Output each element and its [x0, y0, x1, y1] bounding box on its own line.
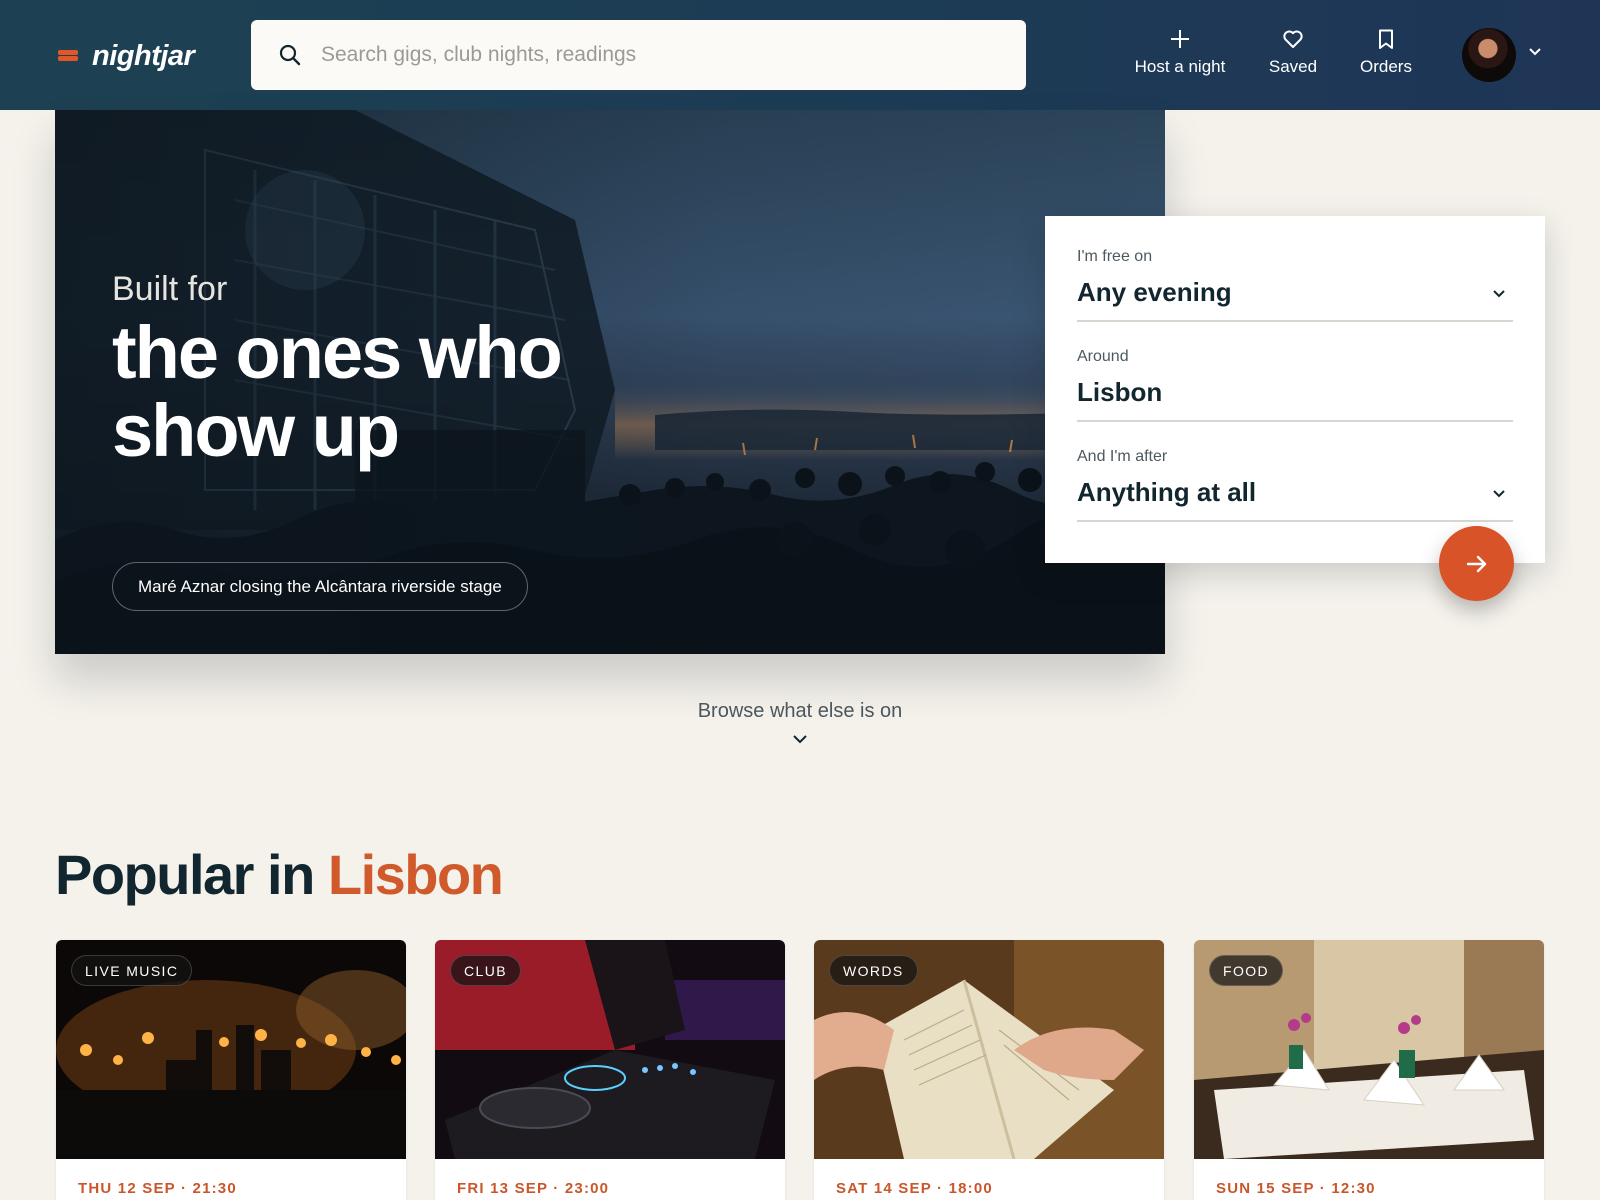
hero-eyebrow: Built for — [112, 270, 228, 308]
brand-logo[interactable]: nightjar — [56, 38, 195, 74]
heart-icon — [1283, 30, 1303, 48]
orders-button[interactable]: Orders — [1355, 28, 1417, 88]
search-bar[interactable] — [251, 20, 1026, 90]
brand-name: nightjar — [92, 39, 195, 72]
chevron-down-icon[interactable] — [1491, 488, 1507, 500]
saved-button[interactable]: Saved — [1260, 28, 1326, 88]
location-field-label: Around — [1077, 348, 1129, 365]
hero-headline: the ones who show up — [112, 311, 563, 472]
location-field-value[interactable]: Lisbon — [1077, 377, 1162, 408]
chevron-down-icon[interactable] — [1491, 288, 1507, 300]
chevron-down-icon[interactable] — [1527, 46, 1543, 58]
date-select-value[interactable]: Any evening — [1077, 277, 1232, 308]
chevron-down-icon — [793, 735, 807, 744]
saved-label: Saved — [1268, 57, 1318, 76]
event-date: SUN 15 SEP · 12:30 — [1216, 1180, 1376, 1197]
ticket-logo-icon — [56, 49, 80, 63]
date-select-label: I'm free on — [1077, 248, 1153, 265]
event-card[interactable]: LIVE MUSIC THU 12 SEP · 21:30 — [56, 940, 406, 1200]
category-select-value[interactable]: Anything at all — [1077, 477, 1256, 508]
event-date: SAT 14 SEP · 18:00 — [836, 1180, 993, 1197]
search-input[interactable] — [321, 20, 1001, 90]
section-title-prefix: Popular in — [55, 843, 315, 906]
event-card[interactable]: CLUB FRI 13 SEP · 23:00 — [435, 940, 785, 1200]
event-finder-card: I'm free on Any evening Around Lisbon An… — [1045, 216, 1545, 563]
event-date: FRI 13 SEP · 23:00 — [457, 1180, 610, 1197]
browse-more-label: Browse what else is on — [697, 700, 903, 722]
arrow-right-icon — [1466, 555, 1487, 573]
search-go-button[interactable] — [1439, 526, 1514, 601]
hero-banner: Built for the ones who show up Maré Azna… — [55, 110, 1165, 654]
event-card[interactable]: WORDS SAT 14 SEP · 18:00 — [814, 940, 1164, 1200]
plus-icon — [1171, 30, 1189, 48]
top-navigation-bar: nightjar Host a night Saved Orders — [0, 0, 1600, 110]
hero-photo-caption[interactable]: Maré Aznar closing the Alcântara riversi… — [112, 562, 528, 611]
date-select[interactable]: I'm free on Any evening — [1077, 216, 1513, 322]
event-category-tag: LIVE MUSIC — [71, 955, 193, 986]
location-field[interactable]: Around Lisbon — [1077, 322, 1513, 422]
event-date: THU 12 SEP · 21:30 — [78, 1180, 237, 1197]
user-avatar[interactable] — [1462, 28, 1516, 82]
event-category-tag: WORDS — [829, 955, 918, 986]
section-title-city: Lisbon — [327, 843, 504, 906]
bookmark-icon — [1379, 29, 1393, 49]
event-card[interactable]: FOOD SUN 15 SEP · 12:30 — [1194, 940, 1544, 1200]
event-category-tag: FOOD — [1209, 955, 1284, 986]
search-icon — [279, 44, 301, 66]
section-title: Popular in Lisbon — [55, 842, 504, 907]
browse-more-link[interactable]: Browse what else is on — [600, 700, 1000, 745]
category-select[interactable]: And I'm after Anything at all — [1077, 422, 1513, 522]
orders-label: Orders — [1360, 57, 1412, 76]
event-category-tag: CLUB — [450, 955, 521, 986]
host-a-night-label: Host a night — [1134, 57, 1226, 76]
category-select-label: And I'm after — [1077, 448, 1168, 465]
host-a-night-button[interactable]: Host a night — [1130, 28, 1230, 88]
